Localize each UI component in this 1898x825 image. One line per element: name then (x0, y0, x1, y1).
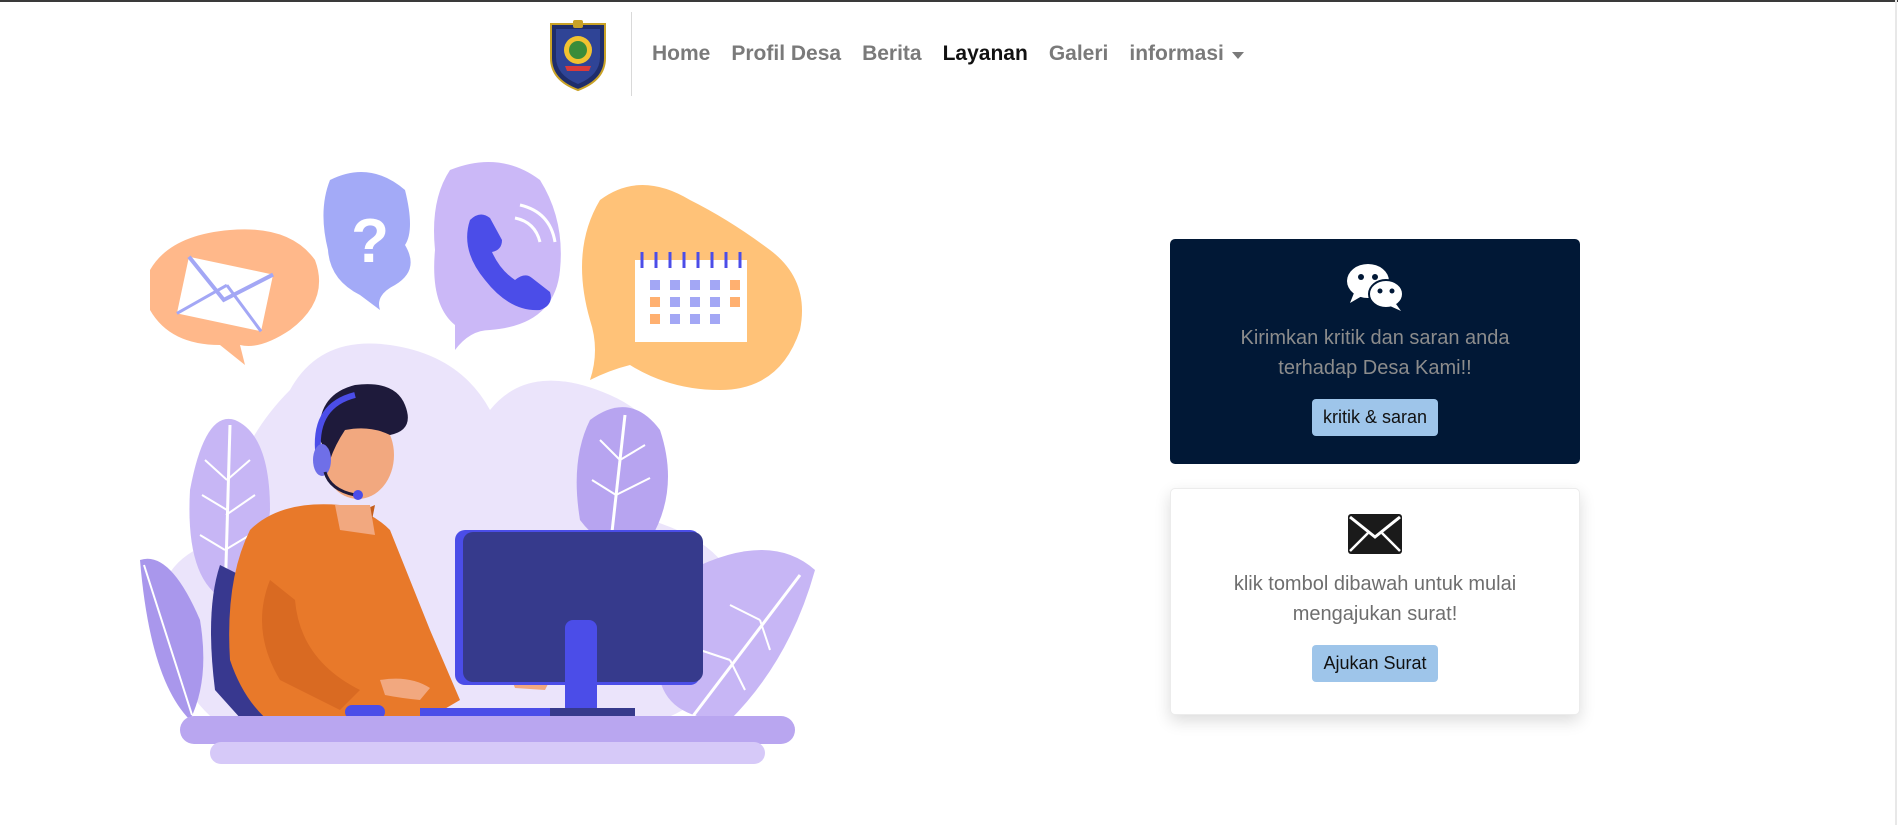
window-top-border (0, 0, 1898, 2)
desk-top (180, 716, 795, 744)
navbar: Home Profil Desa Berita Layanan Galeri i… (545, 12, 1265, 96)
nav-berita[interactable]: Berita (862, 42, 922, 66)
ajukan-surat-button[interactable]: Ajukan Surat (1312, 645, 1438, 682)
desk-base (210, 742, 765, 764)
svg-text:?: ? (351, 207, 389, 276)
keyboard (420, 708, 550, 716)
envelope-bubble (150, 229, 320, 365)
nav-divider (631, 12, 632, 96)
letter-text: klik tombol dibawah untuk mulai mengajuk… (1171, 569, 1579, 629)
caret-down-icon (1231, 51, 1244, 59)
window-right-border (1895, 0, 1897, 825)
letter-text-line2: mengajukan surat! (1292, 603, 1458, 625)
kritik-saran-button[interactable]: kritik & saran (1311, 399, 1439, 436)
nav-informasi-dropdown[interactable]: informasi (1129, 42, 1244, 66)
nav-profil-desa[interactable]: Profil Desa (731, 42, 841, 66)
letter-text-line1: klik tombol dibawah untuk mulai (1233, 573, 1517, 595)
nav-layanan[interactable]: Layanan (943, 42, 1028, 66)
envelope-icon (1348, 514, 1402, 554)
phone-bubble (434, 162, 561, 350)
calendar-bubble (582, 185, 802, 390)
nav-galeri[interactable]: Galeri (1049, 42, 1109, 66)
letter-card: klik tombol dibawah untuk mulai mengajuk… (1170, 488, 1580, 715)
nav-home[interactable]: Home (652, 42, 710, 66)
feedback-text-line2: terhadap Desa Kami!! (1278, 357, 1472, 379)
village-logo[interactable] (545, 16, 611, 92)
question-bubble: ? (323, 172, 411, 310)
feedback-text-line1: Kirimkan kritik dan saran anda (1240, 327, 1510, 349)
nav-links: Home Profil Desa Berita Layanan Galeri i… (652, 42, 1265, 66)
wechat-icon (1347, 264, 1404, 311)
feedback-text: Kirimkan kritik dan saran anda terhadap … (1170, 323, 1580, 383)
feedback-card: Kirimkan kritik dan saran anda terhadap … (1170, 239, 1580, 464)
customer-service-illustration: ? (140, 162, 815, 764)
nav-informasi-label: informasi (1129, 42, 1224, 65)
